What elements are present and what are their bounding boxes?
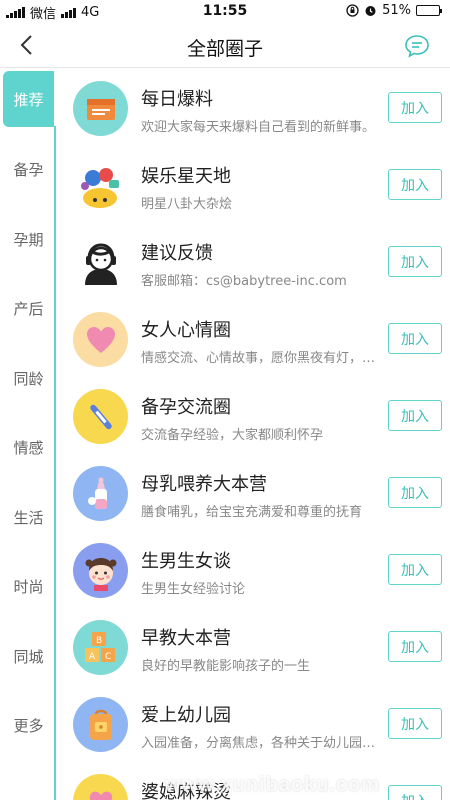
group-avatar (73, 389, 128, 444)
group-row[interactable]: 母乳喂养大本营 膳食哺乳，给宝宝充满爱和尊重的抚育 加入 (57, 455, 450, 532)
category-sidebar: 推荐 备孕 孕期 产后 同龄 情感 生活 时尚 同城 更多 (0, 70, 56, 800)
group-title: 母乳喂养大本营 (141, 474, 267, 495)
group-title: 每日爆料 (141, 89, 213, 110)
svg-text:A: A (89, 652, 96, 662)
group-description: 良好的早教能影响孩子的一生 (141, 659, 311, 674)
customer-service-icon (84, 242, 117, 285)
group-description: 客服邮箱：cs@babytree-inc.com (141, 274, 347, 289)
group-title: 备孕交流圈 (141, 397, 231, 418)
join-button[interactable]: 加入 (388, 400, 442, 431)
group-row[interactable]: 生男生女谈 生男生女经验讨论 加入 (57, 532, 450, 609)
sidebar-tab-fashion[interactable]: 时尚 (3, 558, 54, 614)
join-button[interactable]: 加入 (388, 323, 442, 354)
sidebar-tab-recommend[interactable]: 推荐 (3, 71, 54, 127)
sidebar-tab-emotion[interactable]: 情感 (3, 419, 54, 475)
chat-bubble-icon[interactable] (404, 33, 430, 59)
group-avatar (73, 697, 128, 752)
group-title: 生男生女谈 (141, 551, 231, 572)
group-description: 情感交流、心情故事，愿你黑夜有灯，… (141, 351, 376, 366)
group-description: 生男生女经验讨论 (141, 582, 246, 597)
sidebar-tab-local[interactable]: 同城 (3, 628, 54, 684)
heart-icon (89, 791, 112, 800)
group-row[interactable]: 爱上幼儿园 入园准备，分离焦虑，各种关于幼儿园… 加入 (57, 686, 450, 763)
sidebar-tab-same-age[interactable]: 同龄 (3, 350, 54, 406)
group-avatar (73, 81, 128, 136)
join-button[interactable]: 加入 (388, 169, 442, 200)
group-title: 爱上幼儿园 (141, 705, 231, 726)
group-description: 欢迎大家每天来爆料自己看到的新鲜事。 (141, 120, 376, 135)
baby-bottle-icon (87, 477, 107, 509)
group-row[interactable]: BAC 早教大本营 良好的早教能影响孩子的一生 加入 (57, 609, 450, 686)
group-row[interactable]: 娱乐星天地 明星八卦大杂烩 加入 (57, 147, 450, 224)
school-bag-icon (89, 709, 112, 740)
group-avatar (73, 466, 128, 521)
group-title: 娱乐星天地 (141, 166, 231, 187)
alarm-icon (365, 6, 376, 16)
group-description: 膳食哺乳，给宝宝充满爱和尊重的抚育 (141, 505, 363, 520)
battery-icon (416, 5, 442, 16)
heart-icon (86, 326, 115, 353)
group-description: 明星八卦大杂烩 (141, 197, 233, 212)
join-button[interactable]: 加入 (388, 631, 442, 662)
sidebar-tab-postpartum[interactable]: 产后 (3, 280, 54, 336)
entertainment-icon (81, 168, 119, 208)
group-description: 交流备孕经验，大家都顺利怀孕 (141, 428, 324, 443)
nav-bar: 全部圈子 (0, 22, 450, 68)
sidebar-tab-life[interactable]: 生活 (3, 489, 54, 545)
group-row[interactable]: 备孕交流圈 交流备孕经验，大家都顺利怀孕 加入 (57, 378, 450, 455)
group-avatar (73, 312, 128, 367)
group-description: 入园准备，分离焦虑，各种关于幼儿园… (141, 736, 376, 751)
svg-text:C: C (105, 652, 111, 662)
group-title: 女人心情圈 (141, 320, 231, 341)
news-icon (86, 98, 115, 120)
group-title: 建议反馈 (141, 243, 213, 264)
svg-text:B: B (96, 636, 102, 646)
group-avatar (73, 543, 128, 598)
group-avatar (73, 774, 128, 800)
join-button[interactable]: 加入 (388, 92, 442, 123)
join-button[interactable]: 加入 (388, 554, 442, 585)
join-button[interactable]: 加入 (388, 708, 442, 739)
page-title: 全部圈子 (186, 38, 263, 60)
join-button[interactable]: 加入 (388, 246, 442, 277)
group-title: 早教大本营 (141, 628, 231, 649)
group-avatar: BAC (73, 620, 128, 675)
join-button[interactable]: 加入 (388, 477, 442, 508)
sidebar-tab-pregnancy[interactable]: 孕期 (3, 211, 54, 267)
group-row[interactable]: 女人心情圈 情感交流、心情故事，愿你黑夜有灯，… 加入 (57, 301, 450, 378)
sidebar-divider (54, 126, 56, 800)
group-row[interactable]: 每日爆料 欢迎大家每天来爆料自己看到的新鲜事。 加入 (57, 70, 450, 147)
sidebar-tab-more[interactable]: 更多 (3, 697, 54, 753)
group-row[interactable]: 建议反馈 客服邮箱：cs@babytree-inc.com 加入 (57, 224, 450, 301)
sidebar-tab-preparing[interactable]: 备孕 (3, 141, 54, 197)
status-bar: 微信 4G 11:55 51% (0, 0, 450, 22)
battery-percent: 51% (382, 3, 411, 18)
join-button[interactable]: 加入 (388, 785, 442, 800)
group-avatar (73, 158, 128, 213)
rotation-lock-icon (346, 4, 359, 17)
watermark: www.xunibaoku.com (165, 774, 381, 796)
girl-face-icon (85, 557, 116, 591)
group-avatar (73, 235, 128, 290)
thermometer-icon (89, 404, 112, 429)
abc-blocks-icon: BA C (84, 631, 115, 662)
